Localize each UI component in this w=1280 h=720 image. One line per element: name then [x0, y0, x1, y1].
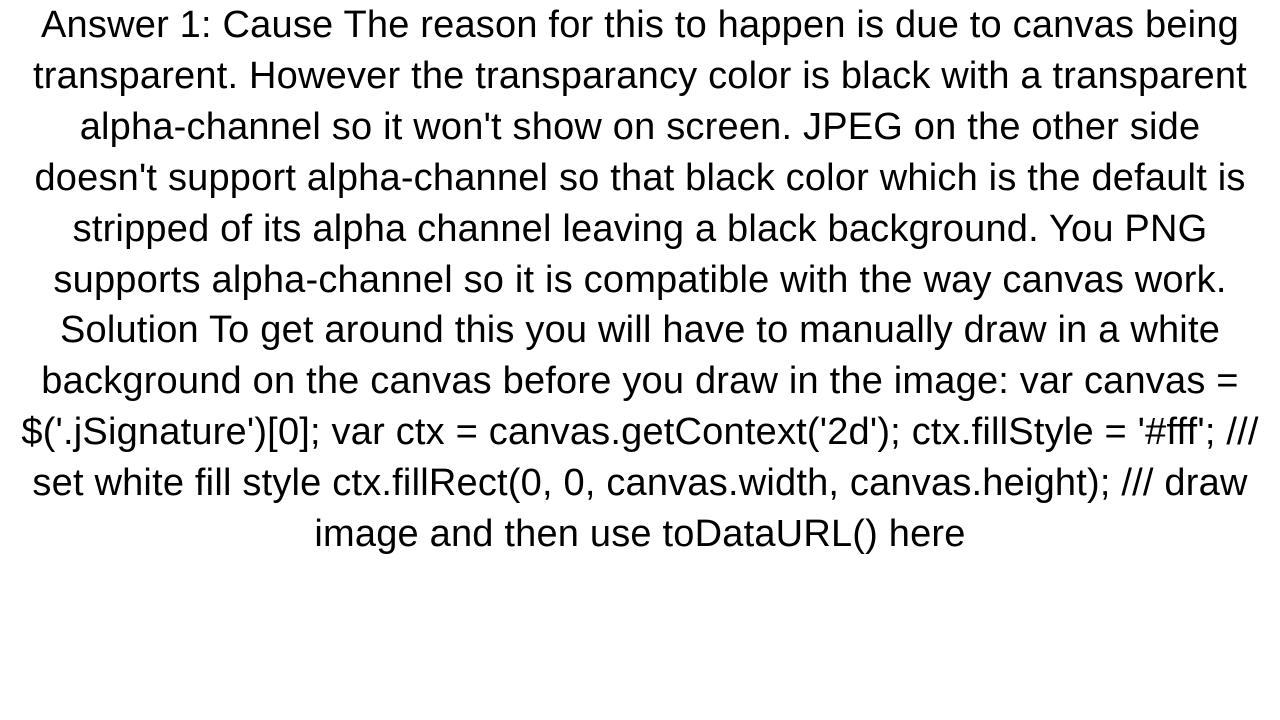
answer-body: Answer 1: Cause The reason for this to h… [0, 0, 1280, 720]
